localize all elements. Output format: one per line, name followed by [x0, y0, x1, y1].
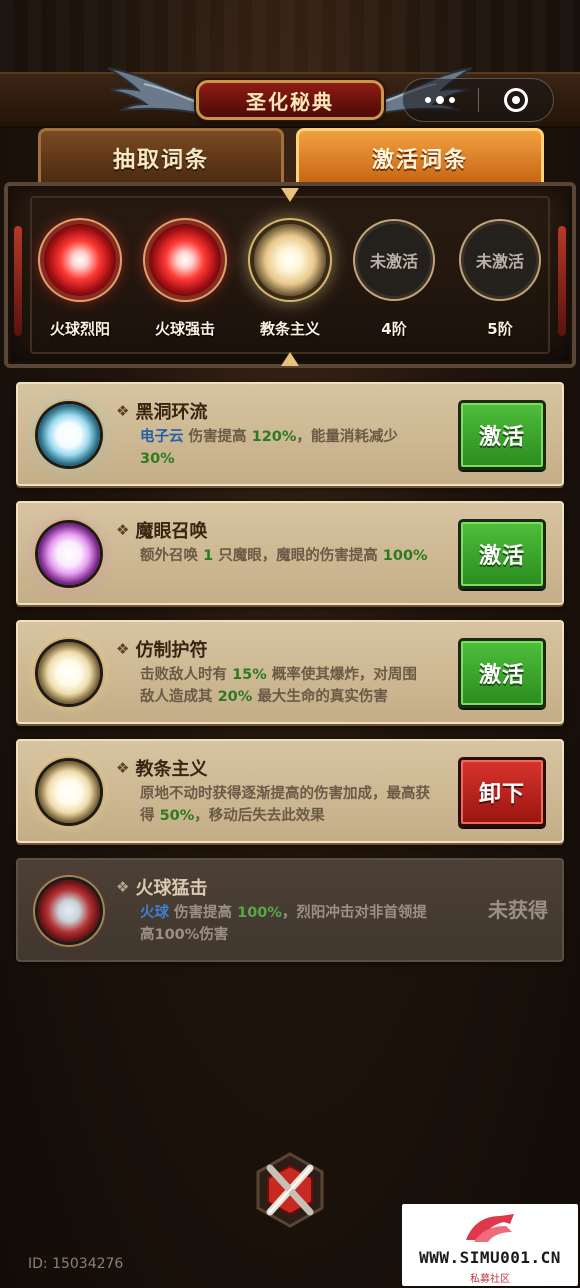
card-description: 额外召唤 1 只魔眼，魔眼的伤害提高 100%	[140, 545, 430, 567]
desc-highlight-green: 100%	[382, 548, 428, 564]
activate-button[interactable]: 激活	[458, 400, 546, 470]
locked-orb: 未激活	[464, 224, 536, 296]
card-description: 击败敌人时有 15% 概率使其爆炸，对周围敌人造成其 20% 最大生命的真实伤害	[140, 664, 430, 708]
desc-highlight-blue: 火球	[140, 905, 169, 921]
red-orb-icon	[38, 880, 100, 942]
red-orb-icon	[149, 224, 221, 296]
not-obtained-status: 未获得	[488, 898, 548, 922]
diamond-ornament-icon: ❖	[116, 759, 130, 777]
left-wing-icon	[107, 67, 203, 116]
diamond-ornament-icon: ❖	[116, 878, 130, 896]
activate-button[interactable]: 激活	[458, 519, 546, 589]
card-description: 电子云 伤害提高 120%，能量消耗减少 30%	[140, 426, 430, 470]
desc-text: ，移动后失去此效果	[194, 808, 325, 824]
stage-item-3[interactable]: 教条主义	[242, 224, 338, 344]
card-title: 火球猛击	[135, 878, 208, 899]
purple-orb-icon	[38, 523, 100, 585]
card-title: 黑洞环流	[135, 402, 208, 423]
gold-orb-icon	[254, 224, 326, 296]
tab-extract[interactable]: 抽取词条	[38, 128, 284, 184]
tab-activate[interactable]: 激活词条	[296, 128, 544, 184]
page-title: 圣化秘典	[196, 80, 384, 120]
card-title: 魔眼召唤	[135, 521, 208, 542]
selection-arrow-bottom-icon	[281, 352, 299, 366]
desc-text: 额外召唤	[140, 548, 204, 564]
stage-label: 5阶	[487, 320, 513, 338]
card-description: 原地不动时获得逐渐提高的伤害加成，最高获得 50%，移动后失去此效果	[140, 783, 430, 827]
watermark: WWW.SIMU001.CN 私募社区	[402, 1204, 578, 1286]
desc-text: 击败敌人时有	[140, 667, 233, 683]
cyan-orb-icon	[38, 404, 100, 466]
desc-text: 伤害提高	[183, 429, 252, 445]
gold-orb-icon	[38, 761, 100, 823]
stage-item-5[interactable]: 未激活 5阶	[452, 224, 548, 344]
activate-button[interactable]: 激活	[458, 638, 546, 708]
desc-text: 伤害提高	[169, 905, 238, 921]
selection-arrow-top-icon	[281, 188, 299, 202]
desc-highlight-green: 15%	[232, 667, 267, 683]
close-target-icon	[503, 88, 528, 112]
desc-highlight-green: 50%	[159, 808, 195, 824]
desc-highlight-green: 1	[203, 548, 214, 564]
desc-highlight-green: 30%	[140, 451, 175, 467]
diamond-ornament-icon: ❖	[116, 521, 130, 539]
affix-card-2: ❖ 魔眼召唤 额外召唤 1 只魔眼，魔眼的伤害提高 100% 激活	[16, 501, 564, 605]
card-title: 仿制护符	[135, 640, 208, 661]
stage-item-4[interactable]: 未激活 4阶	[346, 224, 442, 344]
desc-text: 最大生命的真实伤害	[252, 689, 388, 705]
desc-text: 只魔眼，魔眼的伤害提高	[213, 548, 383, 564]
desc-text: ，能量消耗减少	[296, 429, 398, 445]
gold-orb-icon	[38, 642, 100, 704]
right-rail-ornament	[558, 226, 566, 336]
desc-highlight-blue: 电子云	[140, 429, 184, 445]
stage-item-1[interactable]: 火球烈阳	[32, 224, 128, 344]
left-rail-ornament	[14, 226, 22, 336]
watermark-subtext: 私募社区	[470, 1274, 510, 1285]
background-ornament	[0, 0, 580, 80]
desc-highlight-green: 100%	[237, 905, 282, 921]
diamond-ornament-icon: ❖	[116, 640, 130, 658]
red-orb-icon	[44, 224, 116, 296]
watermark-logo-icon	[466, 1214, 514, 1242]
close-button[interactable]	[479, 78, 554, 122]
card-description: 火球 伤害提高 100%，烈阳冲击对非首领提高100%伤害	[140, 902, 430, 946]
diamond-ornament-icon: ❖	[116, 402, 130, 420]
affix-card-4: ❖ 教条主义 原地不动时获得逐渐提高的伤害加成，最高获得 50%，移动后失去此效…	[16, 739, 564, 843]
locked-orb: 未激活	[358, 224, 430, 296]
stage-label: 4阶	[381, 320, 407, 338]
more-dots-icon[interactable]	[403, 78, 478, 122]
desc-highlight-green: 120%	[251, 429, 297, 445]
desc-highlight-green: 20%	[217, 689, 253, 705]
unequip-button[interactable]: 卸下	[458, 757, 546, 827]
mini-program-capsule	[402, 78, 554, 122]
stage-item-2[interactable]: 火球强击	[137, 224, 233, 344]
stage-label: 火球烈阳	[49, 320, 110, 338]
stage-label: 教条主义	[259, 320, 320, 338]
affix-card-1: ❖ 黑洞环流 电子云 伤害提高 120%，能量消耗减少 30% 激活	[16, 382, 564, 486]
affix-card-5: ❖ 火球猛击 火球 伤害提高 100%，烈阳冲击对非首领提高100%伤害 未获得	[16, 858, 564, 962]
affix-card-3: ❖ 仿制护符 击败敌人时有 15% 概率使其爆炸，对周围敌人造成其 20% 最大…	[16, 620, 564, 724]
stage-label: 火球强击	[154, 320, 215, 338]
crossed-swords-emblem-icon[interactable]	[250, 1150, 330, 1230]
watermark-text: WWW.SIMU001.CN	[419, 1248, 561, 1267]
card-title: 教条主义	[135, 759, 208, 780]
user-id: ID: 15034276	[28, 1256, 124, 1272]
